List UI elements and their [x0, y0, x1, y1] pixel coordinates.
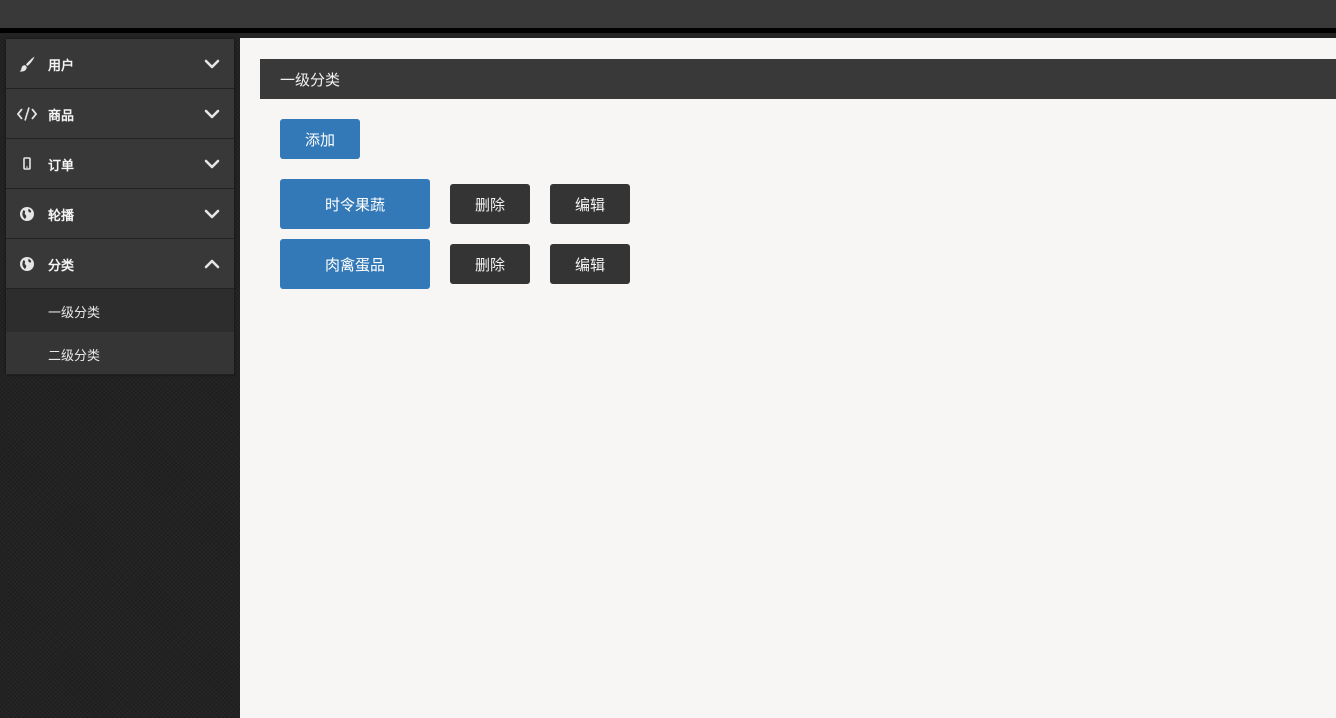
top-bar	[0, 0, 1336, 33]
submenu-item-secondary-category[interactable]: 二级分类	[6, 332, 234, 375]
code-icon	[17, 104, 37, 124]
sidebar-item-carousel[interactable]: 轮播	[6, 189, 234, 239]
delete-button[interactable]: 删除	[450, 184, 530, 224]
sidebar-item-label: 用户	[48, 59, 75, 74]
sidebar-item-categories[interactable]: 分类	[6, 239, 234, 289]
category-name-button[interactable]: 时令果蔬	[280, 179, 430, 229]
sidebar-item-products[interactable]: 商品	[6, 89, 234, 139]
sidebar-item-users[interactable]: 用户	[6, 39, 234, 89]
chevron-down-icon	[204, 159, 220, 169]
sidebar-item-orders[interactable]: 订单	[6, 139, 234, 189]
content-header: 一级分类	[260, 59, 1336, 99]
submenu-item-label: 一级分类	[48, 306, 101, 321]
add-button[interactable]: 添加	[280, 119, 360, 159]
category-name-button[interactable]: 肉禽蛋品	[280, 239, 430, 289]
sidebar-item-label: 轮播	[48, 209, 75, 224]
chevron-down-icon	[204, 209, 220, 219]
edit-button[interactable]: 编辑	[550, 244, 630, 284]
chevron-up-icon	[204, 259, 220, 269]
sidebar-menu: 用户 商品 订单 轮播 分类 一级分类 二级分类	[6, 39, 234, 375]
page-title: 一级分类	[280, 71, 341, 89]
brush-icon	[17, 54, 37, 74]
globe-icon	[17, 254, 37, 274]
chevron-down-icon	[204, 59, 220, 69]
delete-button[interactable]: 删除	[450, 244, 530, 284]
sidebar-item-label: 订单	[48, 159, 75, 174]
mobile-icon	[17, 154, 37, 174]
globe-icon	[17, 204, 37, 224]
sidebar-item-label: 分类	[48, 259, 75, 274]
edit-button[interactable]: 编辑	[550, 184, 630, 224]
chevron-down-icon	[204, 109, 220, 119]
submenu-item-label: 二级分类	[48, 349, 101, 364]
main-content: 一级分类 添加 时令果蔬 删除 编辑 肉禽蛋品 删除 编辑	[240, 38, 1336, 718]
submenu-item-primary-category[interactable]: 一级分类	[6, 289, 234, 332]
sidebar-item-label: 商品	[48, 109, 75, 124]
